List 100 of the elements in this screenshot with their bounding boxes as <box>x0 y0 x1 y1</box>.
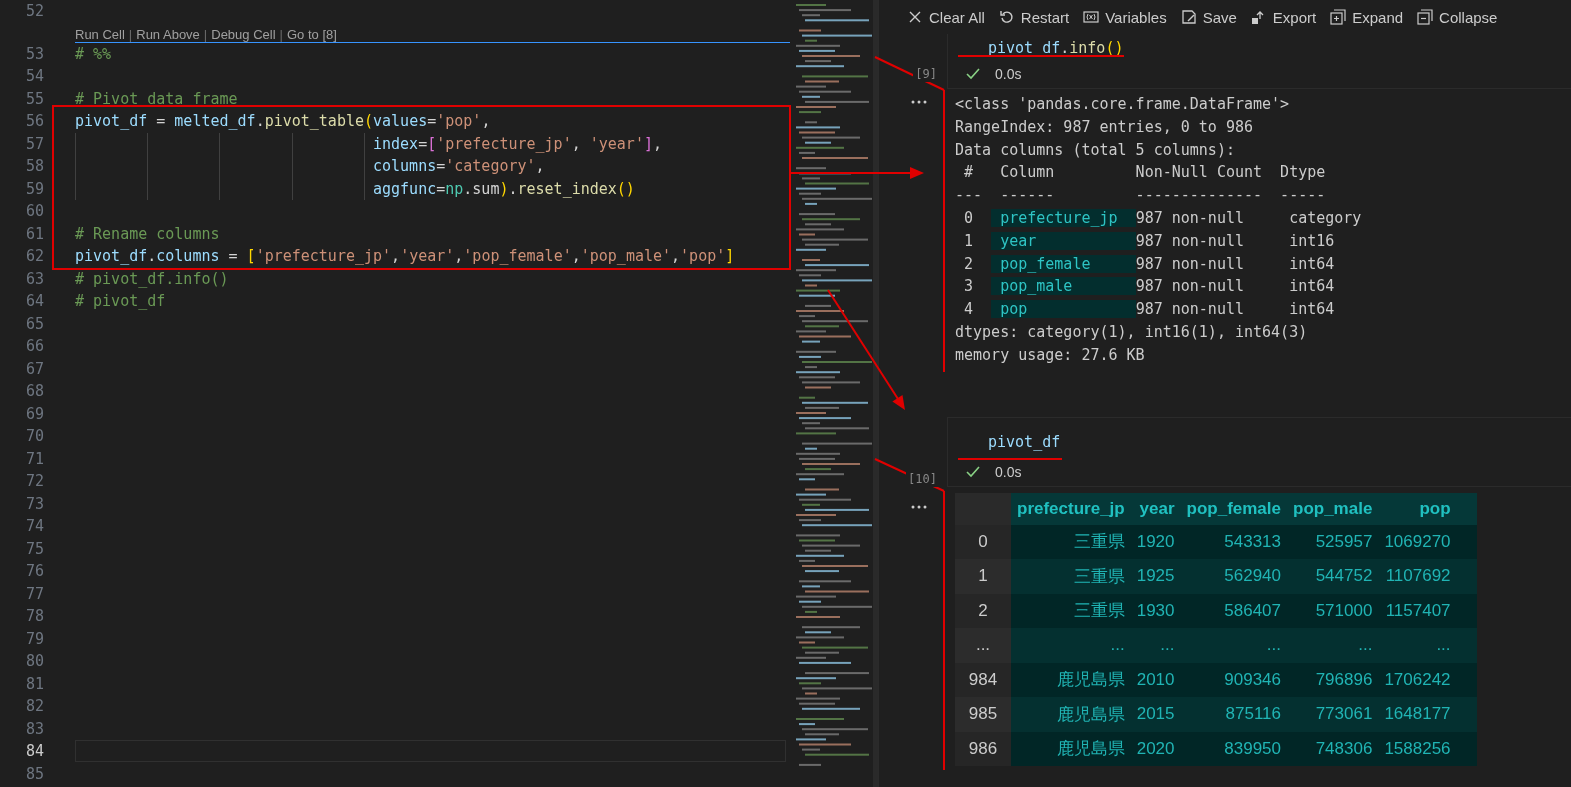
line-number: 79 <box>24 629 45 648</box>
code-line: # pivot_df <box>75 292 166 311</box>
table-cell: ... <box>1180 628 1287 663</box>
line-number: 69 <box>24 404 45 423</box>
table-cell: 2020 <box>1130 731 1181 767</box>
table-cell: 1588256 <box>1378 731 1457 767</box>
line-number: 58 <box>24 157 45 176</box>
expand-icon <box>1330 9 1347 25</box>
table-cell: ... <box>1130 628 1181 663</box>
toolbar-button[interactable]: Clear All <box>903 6 989 28</box>
line-number: 67 <box>24 359 45 378</box>
line-number: 57 <box>24 134 45 153</box>
row-index: 984 <box>955 662 1011 698</box>
table-cell: 鹿児島県 <box>1011 662 1131 698</box>
table-cell: 三重県 <box>1011 524 1131 560</box>
line-number: 54 <box>24 67 45 86</box>
toolbar-button[interactable]: Variables <box>1079 6 1171 28</box>
line-number: 78 <box>24 607 45 626</box>
save-icon <box>1180 9 1197 25</box>
table-cell: 1925 <box>1130 559 1181 594</box>
line-number: 55 <box>24 89 45 108</box>
toolbar-button[interactable]: Restart <box>994 6 1074 28</box>
restart-icon <box>998 9 1015 25</box>
row-index: 0 <box>955 524 1011 560</box>
table-cell: 543313 <box>1180 524 1287 560</box>
toolbar-button[interactable]: Expand <box>1326 6 1408 28</box>
codelens-link[interactable]: Run Cell <box>75 26 125 42</box>
codelens-link[interactable]: Run Above <box>136 26 200 42</box>
scrollbar[interactable] <box>873 0 878 787</box>
toolbar-button[interactable]: Export <box>1246 6 1321 28</box>
line-number: 85 <box>24 764 45 783</box>
code-line: aggfunc=np.sum).reset_index() <box>75 177 635 201</box>
output-line: RangeIndex: 987 entries, 0 to 986 <box>955 116 1254 138</box>
line-number: 52 <box>24 2 45 21</box>
line-number: 75 <box>24 539 45 558</box>
table-cell: 875116 <box>1180 697 1287 732</box>
line-number: 72 <box>24 472 45 491</box>
column-header: prefecture_jp <box>1011 492 1131 525</box>
line-number: 76 <box>24 562 45 581</box>
output-line: 2 pop_female 987 non-null int64 <box>963 253 1336 275</box>
line-number: 81 <box>24 674 45 693</box>
execution-count: [10] <box>906 470 939 487</box>
column-header: pop_female <box>1180 492 1287 525</box>
table-cell: 586407 <box>1180 593 1287 629</box>
table-cell: 525957 <box>1287 524 1379 560</box>
toolbar-button[interactable]: Collapse <box>1413 6 1502 28</box>
table-cell: 三重県 <box>1011 593 1131 629</box>
code-line: pivot_df.columns = ['prefecture_jp','year','pop_female','pop_male','pop'] <box>75 247 735 266</box>
cell-editor[interactable]: pivot_df.info() 0.0s <box>947 34 1571 89</box>
line-number: 74 <box>24 517 45 536</box>
table-cell: 748306 <box>1287 731 1379 767</box>
row-index: 1 <box>955 559 1011 594</box>
line-number: 68 <box>24 382 45 401</box>
header-cell <box>955 492 1011 525</box>
output-line: 1 year 987 non-null int16 <box>963 230 1336 252</box>
table-cell: 鹿児島県 <box>1011 697 1131 732</box>
table-cell: 三重県 <box>1011 559 1131 594</box>
table-cell: 544752 <box>1287 559 1379 594</box>
table-cell: 1930 <box>1130 593 1181 629</box>
codelens-link[interactable]: Go to [8] <box>286 26 337 42</box>
line-number: 70 <box>24 427 45 446</box>
line-number: 80 <box>24 652 45 671</box>
more-icon[interactable] <box>911 504 927 509</box>
line-number: 59 <box>24 179 45 198</box>
cell-editor[interactable]: pivot_df 0.0s <box>947 416 1571 487</box>
line-number: 63 <box>24 269 45 288</box>
line-number: 66 <box>24 337 45 356</box>
line-number: 82 <box>24 697 45 716</box>
output-line: # Column Non-Null Count Dtype <box>963 162 1327 184</box>
row-index: 2 <box>955 593 1011 629</box>
line-number: 73 <box>24 494 45 513</box>
codelens-link[interactable]: Debug Cell <box>211 26 276 42</box>
execution-time: 0.0s <box>995 463 1022 480</box>
code-line: pivot_df = melted_df.pivot_table(values='pop', <box>75 112 491 131</box>
close-icon <box>907 9 923 25</box>
table-cell: 1069270 <box>1378 524 1457 560</box>
table-cell: 571000 <box>1287 593 1379 629</box>
code-line: pivot_df <box>987 431 1062 453</box>
output-line: dtypes: category(1), int16(1), int64(3) <box>955 321 1309 343</box>
table-cell: 562940 <box>1180 559 1287 594</box>
codelens-separator: | <box>279 26 283 42</box>
table-cell: 2010 <box>1130 662 1181 698</box>
variables-icon <box>1083 9 1100 25</box>
output-line: --- ------ -------------- ----- <box>955 185 1327 207</box>
more-icon[interactable] <box>911 100 927 104</box>
output-line: Data columns (total 5 columns): <box>955 139 1236 161</box>
table-cell: 1648177 <box>1378 697 1457 732</box>
column-header: year <box>1130 492 1181 525</box>
line-number: 62 <box>24 247 45 266</box>
table-cell: 839950 <box>1180 731 1287 767</box>
line-number: 60 <box>24 202 45 221</box>
line-number: 65 <box>24 314 45 333</box>
line-number: 84 <box>24 742 45 761</box>
toolbar-button[interactable]: Save <box>1176 6 1241 28</box>
column-header: pop <box>1378 492 1457 525</box>
table-cell: 1920 <box>1130 524 1181 560</box>
output-line: 3 pop_male 987 non-null int64 <box>963 276 1336 298</box>
output-line: memory usage: 27.6 KB <box>955 344 1146 366</box>
codelens-separator: | <box>203 26 208 42</box>
code-line: index=['prefecture_jp', 'year'], <box>75 132 662 156</box>
